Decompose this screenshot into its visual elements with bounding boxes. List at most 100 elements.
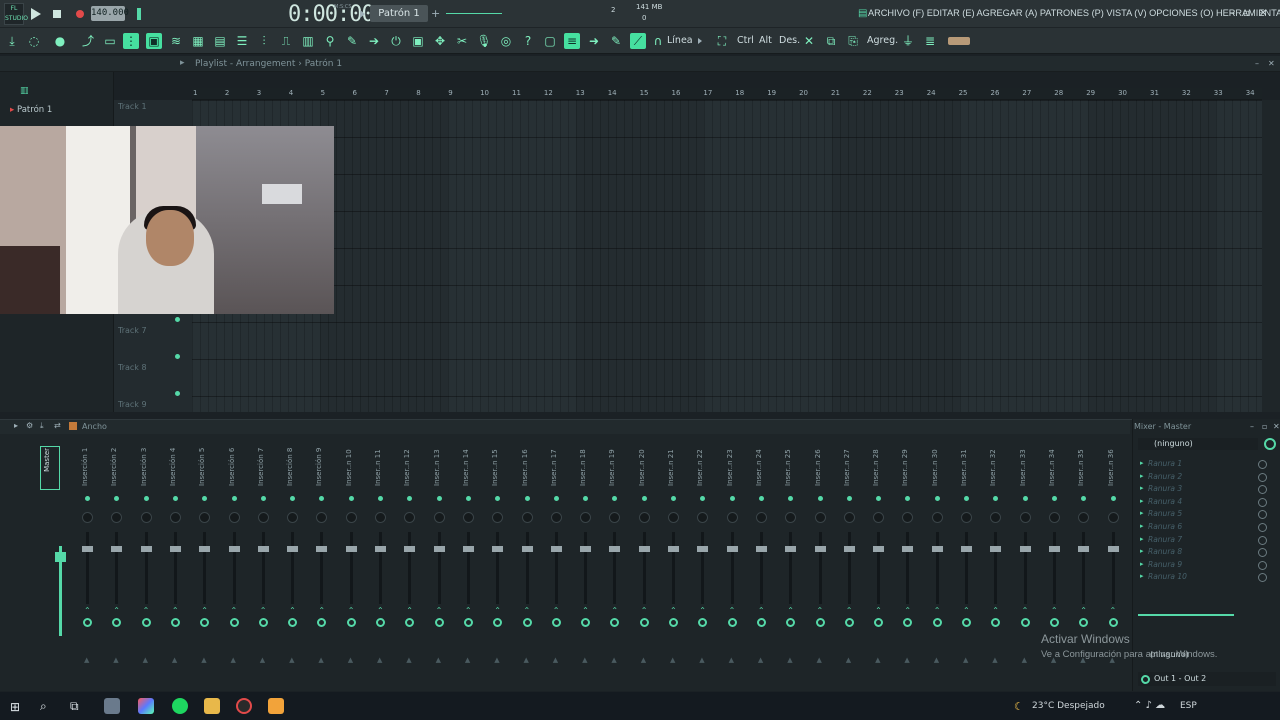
record-arm-icon[interactable]: ▲ <box>553 656 558 664</box>
send-arrow-icon[interactable]: ⌃ <box>231 606 238 615</box>
track-8-mute-dot[interactable] <box>175 354 180 359</box>
playlist-grid[interactable] <box>192 100 1262 412</box>
piano-roll-icon[interactable]: ⎍ <box>278 33 294 49</box>
insert-fader-cap[interactable] <box>169 546 181 552</box>
magnet-icon[interactable]: ≡ <box>564 33 580 49</box>
insert-fader-track[interactable] <box>86 532 89 604</box>
chat-icon[interactable]: ◎ <box>498 33 514 49</box>
send-arrow-icon[interactable]: ⌃ <box>436 606 443 615</box>
slot-enable-toggle[interactable] <box>1258 523 1267 532</box>
record-arm-icon[interactable]: ▲ <box>699 656 704 664</box>
insert-pan-knob[interactable] <box>1107 512 1119 523</box>
slot-arrow-icon[interactable]: ▸ <box>1140 522 1144 530</box>
route-ring-icon[interactable] <box>581 618 591 627</box>
effect-slot[interactable]: Ranura 7 <box>1148 535 1182 544</box>
insert-fader-cap[interactable] <box>521 546 533 552</box>
insert-fader-cap[interactable] <box>550 546 562 552</box>
insert-volume-slider[interactable] <box>1138 614 1234 616</box>
cut-icon[interactable]: ✕ <box>801 33 817 49</box>
route-ring-icon[interactable] <box>463 618 473 627</box>
playlist-pattern-crumb[interactable]: Patrón 1 <box>305 59 342 69</box>
insert-enable-led[interactable] <box>641 496 647 501</box>
insert-pan-knob[interactable] <box>433 512 445 523</box>
insert-fader-track[interactable] <box>437 532 441 604</box>
insert-fader-track[interactable] <box>1023 532 1027 604</box>
mixer-insert-strip[interactable]: Inserción 9 ⌃ ▲ <box>308 436 337 686</box>
mixer-panel-close-icon[interactable]: ✕ <box>1273 422 1280 431</box>
record-arm-icon[interactable]: ▲ <box>817 656 822 664</box>
insert-pan-knob[interactable] <box>550 512 562 523</box>
insert-enable-led[interactable] <box>876 496 882 501</box>
metronome-knob-icon[interactable]: ● <box>52 33 68 49</box>
insert-fader-track[interactable] <box>789 532 793 604</box>
record-arm-icon[interactable]: ▲ <box>524 656 529 664</box>
insert-enable-led[interactable] <box>993 496 999 501</box>
joystick-icon[interactable]: ✥ <box>432 33 448 49</box>
insert-enable-led[interactable] <box>465 496 471 501</box>
send-arrow-icon[interactable]: ⌃ <box>494 606 501 615</box>
insert-pan-knob[interactable] <box>873 512 885 523</box>
mixer-insert-strip[interactable]: Inserción 4 ⌃ ▲ <box>162 436 191 686</box>
mixer-route-icon[interactable]: ⇄ <box>54 421 61 430</box>
insert-pan-knob[interactable] <box>931 512 943 523</box>
alt-button[interactable]: Alt <box>759 35 772 46</box>
slot-arrow-icon[interactable]: ▸ <box>1140 547 1144 555</box>
mixer-insert-strip[interactable]: Inser..n 12 ⌃ ▲ <box>396 436 425 686</box>
insert-pan-knob[interactable] <box>521 512 533 523</box>
copilot-app-icon[interactable] <box>138 698 154 714</box>
grid-icon[interactable]: ▢ <box>542 33 558 49</box>
insert-enable-led[interactable] <box>290 496 296 501</box>
route-ring-icon[interactable] <box>932 618 942 627</box>
mixer-insert-strip[interactable]: Inser..n 26 ⌃ ▲ <box>807 436 836 686</box>
track-7-mute-dot[interactable] <box>175 317 180 322</box>
mixer-insert-strip[interactable]: Inser..n 20 ⌃ ▲ <box>631 436 660 686</box>
slot-enable-toggle[interactable] <box>1258 460 1267 469</box>
insert-fader-track[interactable] <box>349 532 353 604</box>
insert-fader-track[interactable] <box>232 532 236 604</box>
insert-pan-knob[interactable] <box>785 512 797 523</box>
insert-enable-led[interactable] <box>583 496 589 501</box>
insert-pan-knob[interactable] <box>902 512 914 523</box>
insert-pan-knob[interactable] <box>814 512 826 523</box>
save-icon[interactable]: ⤓ <box>4 33 20 49</box>
insert-fader-cap[interactable] <box>1107 546 1119 552</box>
mixer-insert-strip[interactable]: Inser..n 33 ⌃ ▲ <box>1012 436 1041 686</box>
route-ring-icon[interactable] <box>229 618 239 627</box>
blend-icon[interactable]: ≋ <box>168 33 184 49</box>
record-arm-icon[interactable]: ▲ <box>406 656 411 664</box>
insert-fader-cap[interactable] <box>609 546 621 552</box>
send-arrow-icon[interactable]: ⌃ <box>875 606 882 615</box>
send-arrow-icon[interactable]: ⌃ <box>84 606 91 615</box>
record-arm-icon[interactable]: ▲ <box>904 656 909 664</box>
route-ring-icon[interactable] <box>727 618 737 627</box>
insert-enable-led[interactable] <box>846 496 852 501</box>
send-arrow-icon[interactable]: ⌃ <box>934 606 941 615</box>
insert-pan-knob[interactable] <box>609 512 621 523</box>
mixer-insert-strip[interactable]: Inserción 6 ⌃ ▲ <box>221 436 250 686</box>
record-arm-icon[interactable]: ▲ <box>934 656 939 664</box>
insert-fader-cap[interactable] <box>82 546 93 552</box>
insert-fader-track[interactable] <box>847 532 851 604</box>
route-ring-icon[interactable] <box>1108 618 1118 627</box>
insert-fader-cap[interactable] <box>638 546 650 552</box>
send-arrow-icon[interactable]: ⌃ <box>699 606 706 615</box>
send-arrow-icon[interactable]: ⌃ <box>113 606 120 615</box>
playlist-scrollbar[interactable] <box>1262 100 1280 412</box>
insert-fader-track[interactable] <box>144 532 148 604</box>
route-ring-icon[interactable] <box>903 618 913 627</box>
mixer-save-icon[interactable]: ⤓ <box>40 421 44 431</box>
insert-enable-led[interactable] <box>202 496 208 501</box>
insert-pan-knob[interactable] <box>961 512 972 523</box>
send-arrow-icon[interactable]: ⌃ <box>406 606 413 615</box>
record-arm-icon[interactable]: ▲ <box>318 656 323 664</box>
mixer-icon[interactable]: ⫶ <box>256 33 272 49</box>
route-ring-icon[interactable] <box>83 618 92 627</box>
record-arm-icon[interactable]: ▲ <box>758 656 763 664</box>
insert-pan-knob[interactable] <box>668 512 679 523</box>
send-arrow-icon[interactable]: ⌃ <box>670 606 677 615</box>
insert-fader-track[interactable] <box>642 532 646 604</box>
insert-fader-track[interactable] <box>525 532 529 604</box>
route-ring-icon[interactable] <box>610 618 620 627</box>
play-button[interactable] <box>31 8 41 20</box>
insert-fader-track[interactable] <box>291 532 295 604</box>
